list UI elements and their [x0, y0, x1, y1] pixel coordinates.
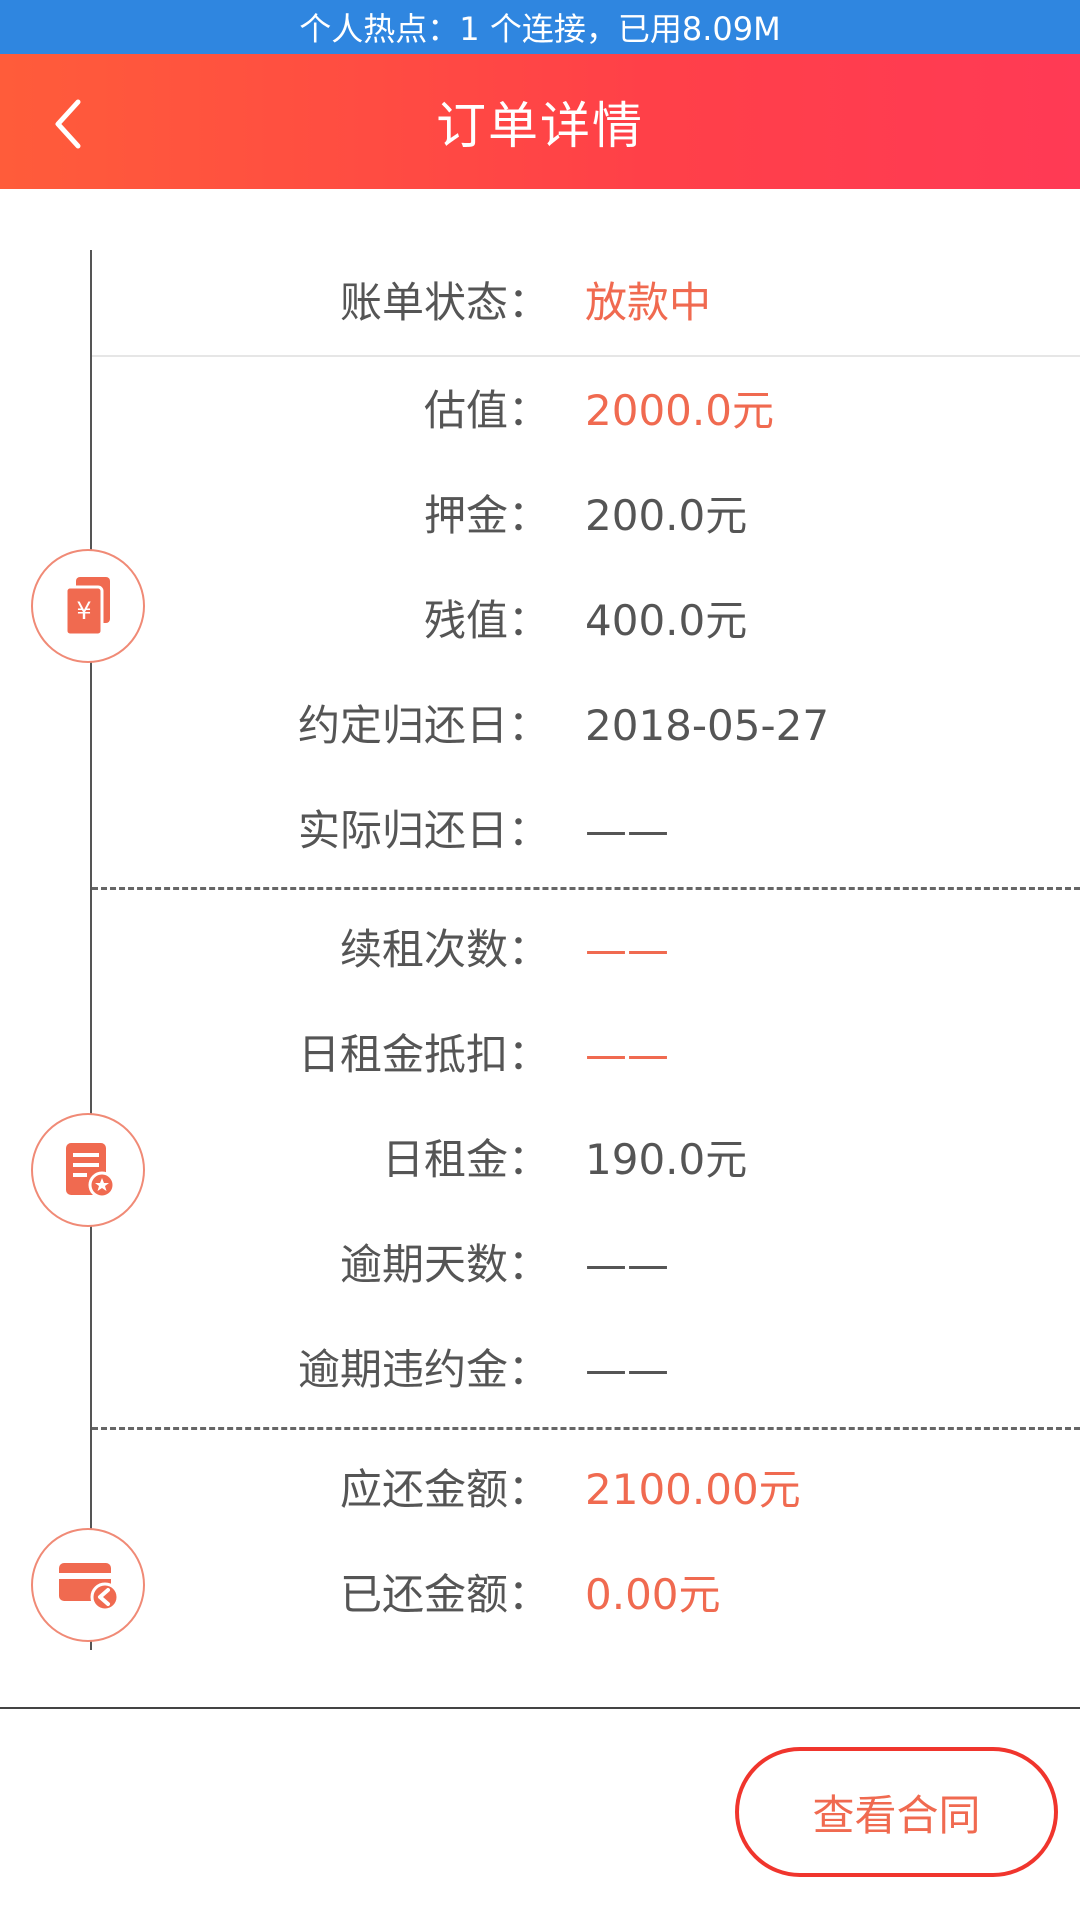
status-bar: 个人热点：1 个连接，已用8.09M — [0, 0, 1080, 54]
row-value: —— — [585, 1240, 669, 1289]
status-text: 个人热点：1 个连接，已用8.09M — [299, 10, 781, 48]
overdue-penalty-row: 逾期违约金： —— — [0, 1330, 1080, 1410]
daily-rent-deduction-row: 日租金抵扣： —— — [0, 1015, 1080, 1095]
divider — [92, 355, 1080, 357]
row-value: 190.0元 — [585, 1135, 748, 1184]
card-return-icon — [31, 1528, 145, 1642]
daily-rent-row: 日租金： 190.0元 — [0, 1120, 1080, 1200]
page-title: 订单详情 — [436, 96, 644, 155]
row-label: 日租金抵扣： — [297, 1030, 550, 1079]
overdue-days-row: 逾期天数： —— — [0, 1225, 1080, 1305]
row-label: 押金： — [423, 491, 550, 540]
residual-value-row: 残值： 400.0元 — [0, 581, 1080, 661]
row-value: 2100.00元 — [585, 1465, 801, 1514]
valuation-row: 估值： 2000.0元 — [0, 371, 1080, 451]
yuan-document-icon: ¥ — [31, 549, 145, 663]
row-label: 应还金额： — [339, 1465, 550, 1514]
row-value: —— — [585, 925, 669, 974]
row-label: 逾期天数： — [339, 1240, 550, 1289]
view-contract-button[interactable]: 查看合同 — [735, 1747, 1058, 1877]
row-value: 400.0元 — [585, 596, 748, 645]
row-value: —— — [585, 806, 669, 855]
amount-due-row: 应还金额： 2100.00元 — [0, 1450, 1080, 1530]
amount-paid-row: 已还金额： 0.00元 — [0, 1555, 1080, 1635]
chevron-left-icon — [55, 99, 81, 149]
row-value: —— — [585, 1030, 669, 1079]
row-label: 已还金额： — [339, 1570, 550, 1619]
certificate-icon — [31, 1113, 145, 1227]
row-value: 2018-05-27 — [585, 701, 830, 750]
bill-status-label: 账单状态： — [339, 278, 550, 327]
row-label: 估值： — [423, 386, 550, 435]
row-label: 实际归还日： — [297, 806, 550, 855]
row-value: 2000.0元 — [585, 386, 774, 435]
row-label: 续租次数： — [339, 925, 550, 974]
renewal-count-row: 续租次数： —— — [0, 910, 1080, 990]
bill-status-row: 账单状态： 放款中 — [0, 263, 1080, 343]
divider — [92, 887, 1080, 890]
row-value: 200.0元 — [585, 491, 748, 540]
divider — [92, 1427, 1080, 1430]
agreed-return-date-row: 约定归还日： 2018-05-27 — [0, 686, 1080, 766]
bill-status-value: 放款中 — [585, 278, 712, 327]
row-value: —— — [585, 1345, 669, 1394]
row-label: 逾期违约金： — [297, 1345, 550, 1394]
row-label: 日租金： — [381, 1135, 550, 1184]
actual-return-date-row: 实际归还日： —— — [0, 791, 1080, 871]
deposit-row: 押金： 200.0元 — [0, 476, 1080, 556]
back-button[interactable] — [28, 84, 108, 164]
row-label: 残值： — [423, 596, 550, 645]
svg-text:¥: ¥ — [76, 597, 91, 625]
row-value: 0.00元 — [585, 1570, 721, 1619]
row-label: 约定归还日： — [297, 701, 550, 750]
footer-divider — [0, 1707, 1080, 1709]
nav-bar: 订单详情 — [0, 54, 1080, 189]
